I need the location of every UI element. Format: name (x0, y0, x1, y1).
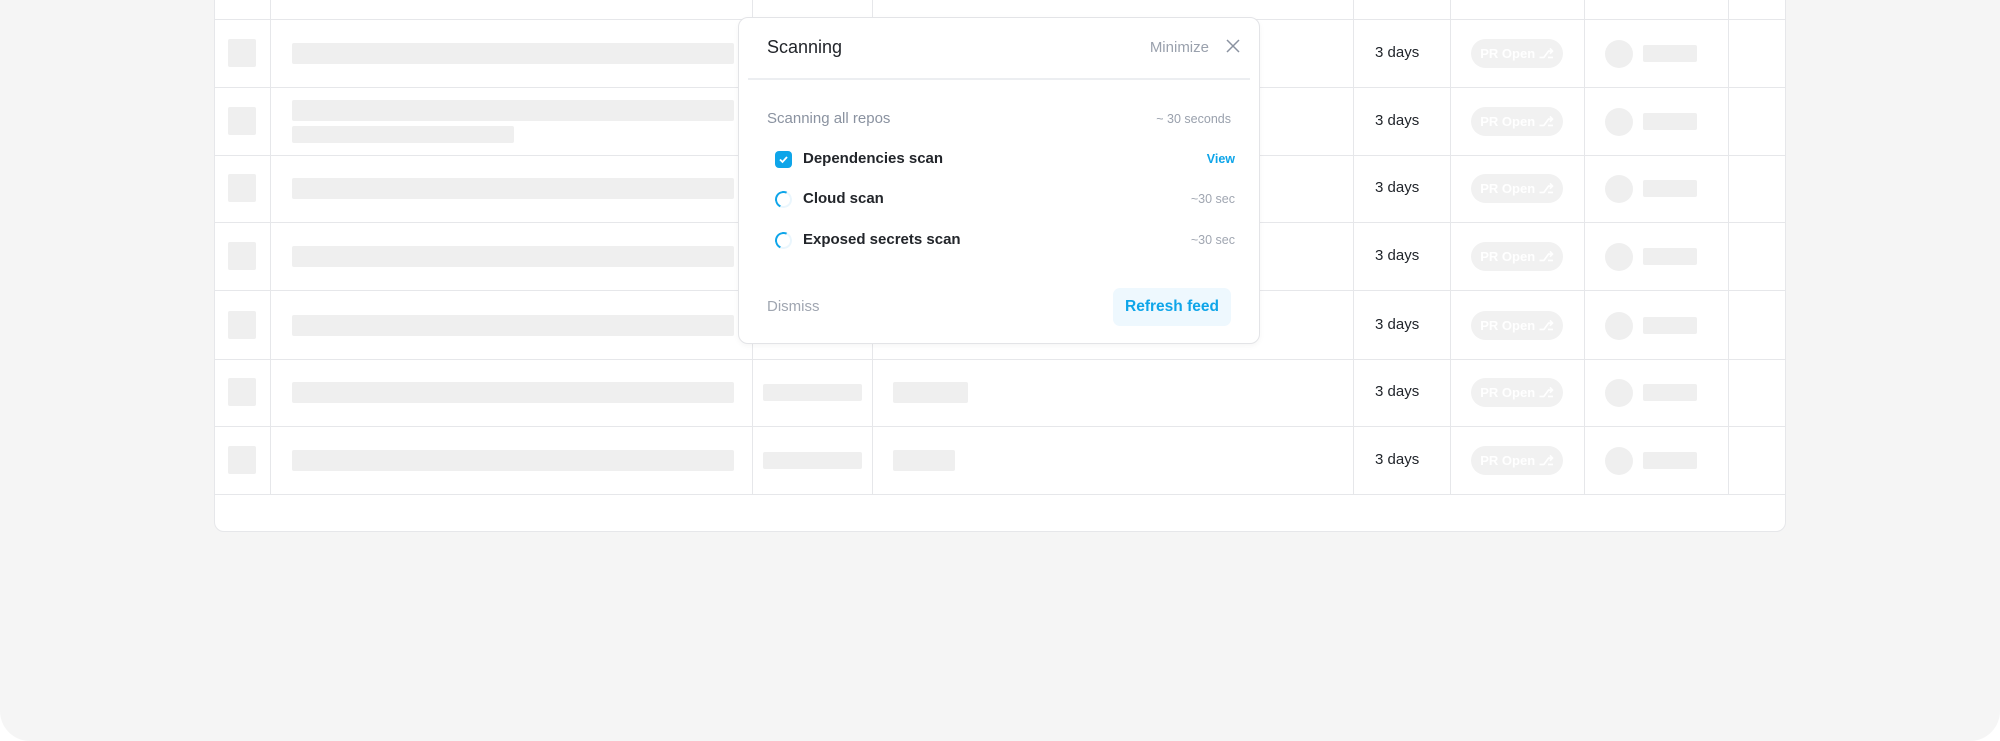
title-placeholder (292, 450, 734, 471)
title-placeholder (292, 43, 734, 64)
divider (748, 78, 1250, 80)
assignee-placeholder (1643, 45, 1697, 62)
checkbox-placeholder (228, 446, 256, 474)
avatar (1605, 379, 1633, 407)
status-badge: PR Open ⎇ (1471, 174, 1563, 203)
scan-item-cloud: Cloud scan ~30 sec (772, 188, 1235, 211)
scan-label: Exposed secrets scan (803, 231, 961, 248)
checkbox-placeholder (228, 378, 256, 406)
assignee-placeholder (1643, 113, 1697, 130)
status-badge: PR Open ⎇ (1471, 242, 1563, 271)
age-text: 3 days (1375, 44, 1420, 61)
age-text: 3 days (1375, 316, 1420, 333)
view-link[interactable]: View (1207, 152, 1235, 166)
avatar (1605, 447, 1633, 475)
popup-title: Scanning (767, 37, 843, 57)
scan-label: Cloud scan (803, 190, 884, 207)
age-text: 3 days (1375, 383, 1420, 400)
assignee-placeholder (1643, 384, 1697, 401)
scan-eta: ~30 sec (1190, 233, 1235, 247)
cell-placeholder (763, 384, 862, 401)
title-placeholder (292, 126, 514, 143)
title-placeholder (292, 178, 734, 199)
scan-item-secrets: Exposed secrets scan ~30 sec (772, 229, 1235, 252)
checkbox-placeholder (228, 242, 256, 270)
scan-item-dependencies: Dependencies scan View (775, 150, 1235, 170)
table-row[interactable]: 3 days PR Open ⎇ (215, 359, 1785, 427)
spinner-icon (772, 188, 795, 211)
table-row[interactable]: 3 days PR Open ⎇ (215, 427, 1785, 495)
cell-placeholder (893, 450, 955, 471)
age-text: 3 days (1375, 112, 1420, 129)
status-badge: PR Open ⎇ (1471, 378, 1563, 407)
checkbox-checked-icon (775, 151, 792, 168)
scan-eta: ~ 30 seconds (1156, 112, 1231, 126)
title-placeholder (292, 382, 734, 403)
status-badge: PR Open ⎇ (1471, 107, 1563, 136)
close-icon[interactable] (1223, 36, 1243, 56)
scan-label: Dependencies scan (803, 150, 944, 167)
spinner-icon (772, 229, 795, 252)
checkbox-placeholder (228, 174, 256, 202)
assignee-placeholder (1643, 180, 1697, 197)
scan-subtitle: Scanning all repos (767, 110, 891, 127)
checkbox-placeholder (228, 311, 256, 339)
checkbox-placeholder (228, 39, 256, 67)
scan-eta: ~30 sec (1190, 192, 1235, 206)
age-text: 3 days (1375, 451, 1420, 468)
avatar (1605, 108, 1633, 136)
avatar (1605, 40, 1633, 68)
status-badge: PR Open ⎇ (1471, 311, 1563, 340)
title-placeholder (292, 315, 734, 336)
scanning-popup: Scanning Minimize Scanning all repos ~ 3… (738, 17, 1260, 344)
minimize-button[interactable]: Minimize (1150, 39, 1209, 56)
assignee-placeholder (1643, 452, 1697, 469)
avatar (1605, 312, 1633, 340)
refresh-feed-button[interactable]: Refresh feed (1113, 288, 1231, 326)
assignee-placeholder (1643, 248, 1697, 265)
cell-placeholder (893, 382, 968, 403)
cell-placeholder (763, 452, 862, 469)
assignee-placeholder (1643, 317, 1697, 334)
title-placeholder (292, 246, 734, 267)
status-badge: PR Open ⎇ (1471, 39, 1563, 68)
dismiss-button[interactable]: Dismiss (767, 298, 820, 315)
avatar (1605, 243, 1633, 271)
avatar (1605, 175, 1633, 203)
age-text: 3 days (1375, 179, 1420, 196)
status-badge: PR Open ⎇ (1471, 446, 1563, 475)
title-placeholder (292, 100, 734, 121)
age-text: 3 days (1375, 247, 1420, 264)
checkbox-placeholder (228, 107, 256, 135)
